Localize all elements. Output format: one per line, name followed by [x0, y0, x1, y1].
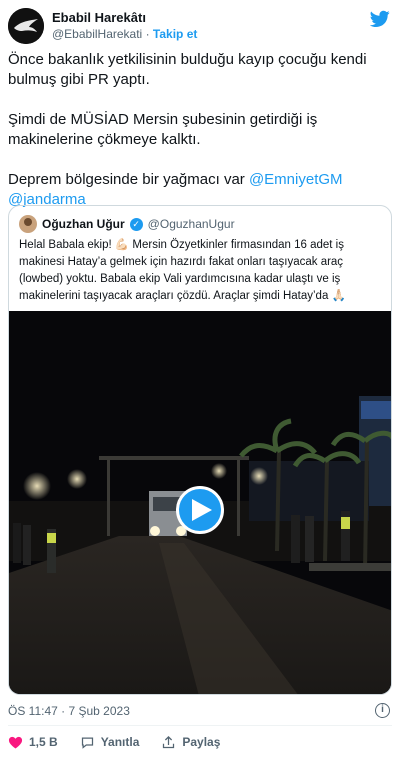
quoted-tweet-header: Oğuzhan Uğur ✓ @OguzhanUgur	[19, 215, 235, 233]
swallow-logo-icon	[8, 8, 44, 44]
tweet-paragraph: Şimdi de MÜSİAD Mersin şubesinin getirdi…	[8, 111, 318, 148]
tweet-header: Ebabil Harekâtı @EbabilHarekati · Takip …	[8, 6, 392, 46]
author-display-name[interactable]: Ebabil Harekâtı	[52, 10, 197, 26]
separator-dot: ·	[145, 27, 150, 41]
info-icon[interactable]: i	[375, 703, 390, 718]
video-player[interactable]	[9, 311, 391, 694]
like-button[interactable]: 1,5 B	[8, 735, 58, 750]
twitter-bird-icon[interactable]	[370, 10, 390, 28]
quoted-avatar[interactable]	[19, 215, 37, 233]
share-label: Paylaş	[182, 735, 221, 749]
tweet-timestamp[interactable]: ÖS 11:47 · 7 Şub 2023	[8, 703, 130, 719]
avatar[interactable]	[8, 8, 44, 44]
tweet-text: Önce bakanlık yetkilisinin bulduğu kayıp…	[8, 50, 388, 210]
reply-button[interactable]: Yanıtla	[80, 735, 140, 750]
quoted-tweet[interactable]: Oğuzhan Uğur ✓ @OguzhanUgur Helal Babala…	[8, 205, 392, 695]
play-button[interactable]	[176, 486, 224, 534]
quoted-display-name[interactable]: Oğuzhan Uğur	[42, 217, 125, 231]
verified-badge-icon: ✓	[129, 217, 143, 231]
share-icon	[163, 735, 175, 748]
tweet-paragraph: Önce bakanlık yetkilisinin bulduğu kayıp…	[8, 51, 367, 88]
author-block: Ebabil Harekâtı @EbabilHarekati · Takip …	[52, 10, 197, 42]
tweet-paragraph-mentions: Deprem bölgesinde bir yağmacı var @Emniy…	[8, 170, 388, 210]
author-handle[interactable]: @EbabilHarekati	[52, 27, 142, 41]
action-bar: 1,5 B Yanıtla Paylaş	[8, 733, 242, 751]
tweet-card: Ebabil Harekâtı @EbabilHarekati · Takip …	[0, 0, 400, 757]
author-handle-row: @EbabilHarekati · Takip et	[52, 26, 197, 42]
reply-icon	[81, 737, 93, 749]
quoted-handle[interactable]: @OguzhanUgur	[148, 217, 235, 231]
mention-link-emniyetgm[interactable]: @EmniyetGM	[249, 171, 343, 188]
play-icon	[192, 499, 212, 521]
quoted-tweet-text: Helal Babala ekip! 💪🏻 Mersin Özyetkinler…	[19, 239, 346, 302]
reply-label: Yanıtla	[100, 735, 140, 749]
share-button[interactable]: Paylaş	[161, 735, 220, 750]
like-count: 1,5 B	[29, 735, 58, 749]
follow-button[interactable]: Takip et	[153, 27, 197, 41]
divider	[8, 725, 392, 726]
heart-icon	[8, 736, 23, 748]
tweet-paragraph-text: Deprem bölgesinde bir yağmacı var	[8, 171, 249, 188]
